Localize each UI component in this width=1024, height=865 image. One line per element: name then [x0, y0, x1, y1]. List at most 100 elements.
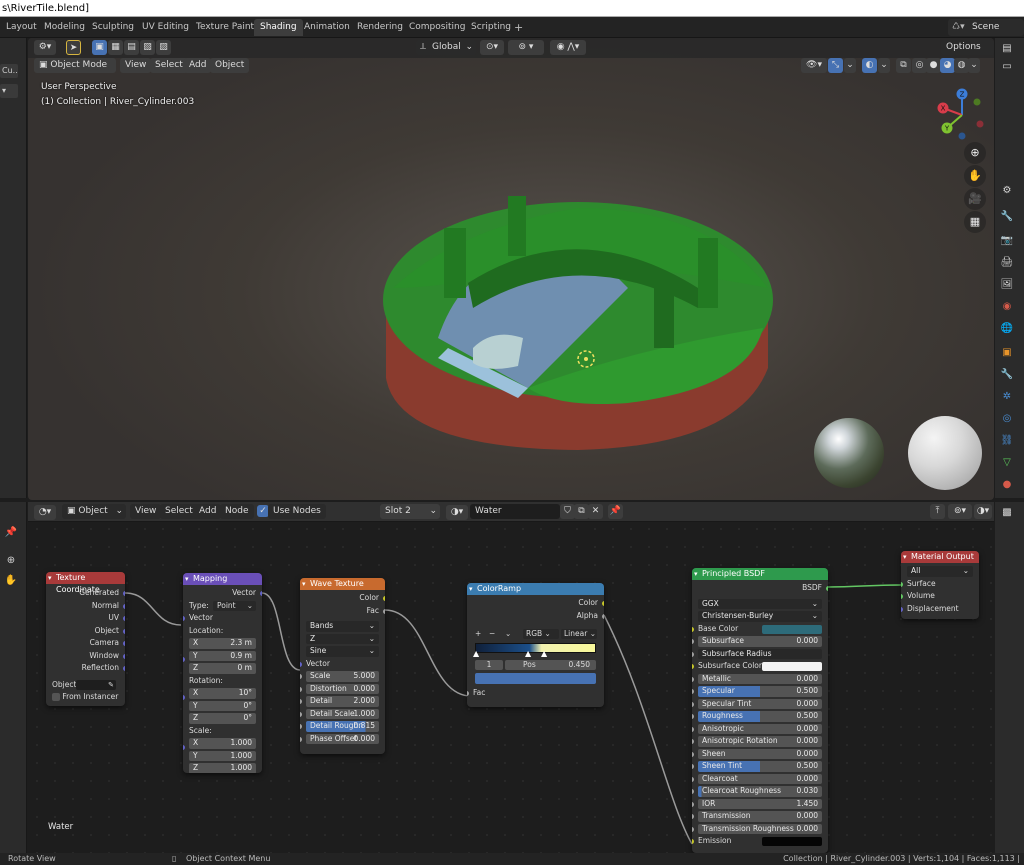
scale-x[interactable]: X 1.000: [183, 737, 262, 750]
node-principled-bsdf-title[interactable]: Principled BSDF: [692, 568, 828, 580]
tab-animation[interactable]: Animation: [298, 19, 356, 36]
bsdf-field-subsurface[interactable]: Subsurface 0.000: [692, 635, 828, 648]
bsdf-field-subsurface-radius[interactable]: Subsurface Radius: [692, 648, 828, 661]
select-tool-icon[interactable]: ➤: [66, 40, 81, 55]
wave-distortion-value[interactable]: 0.000: [354, 684, 375, 695]
socket-metallic[interactable]: [692, 676, 694, 682]
subsurface-color-row[interactable]: Subsurface Color: [692, 660, 828, 673]
location-x-value[interactable]: 2.3 m: [230, 638, 252, 649]
roughness-value[interactable]: 0.500: [797, 711, 818, 722]
socket-subsurface-radius[interactable]: [692, 651, 694, 657]
overlay-menu-icon[interactable]: ⌄: [878, 58, 890, 73]
options-dropdown[interactable]: Options ⌄: [941, 40, 994, 67]
tab-sculpting[interactable]: Sculpting: [86, 19, 140, 36]
viewport-menu-select[interactable]: Select: [150, 58, 188, 73]
location-y-value[interactable]: 0.9 m: [230, 651, 252, 662]
socket-colorramp-alpha[interactable]: [602, 613, 604, 619]
socket-generated[interactable]: [123, 591, 125, 596]
rotation-y[interactable]: Y 0°: [183, 700, 262, 713]
bsdf-field-anisotropic-rotation[interactable]: Anisotropic Rotation 0.000: [692, 735, 828, 748]
ramp-stop-0[interactable]: ▲: [473, 649, 479, 658]
rotation-x-value[interactable]: 10°: [239, 688, 252, 699]
pan-hand-icon[interactable]: ✋: [964, 165, 986, 187]
location-z[interactable]: Z 0 m: [183, 662, 262, 675]
tab-compositing[interactable]: Compositing: [403, 19, 471, 36]
shading-menu-icon[interactable]: ⌄: [968, 58, 980, 73]
base-color-row[interactable]: Base Color: [692, 623, 828, 636]
tab-rendering[interactable]: Rendering: [351, 19, 409, 36]
transmission-value[interactable]: 0.000: [797, 811, 818, 822]
ramp-gradient-bar[interactable]: [475, 642, 596, 653]
select-subtract-icon[interactable]: ▤: [124, 40, 139, 55]
render-properties-icon[interactable]: 📷: [1000, 234, 1014, 248]
eyedropper-icon[interactable]: ✎: [108, 679, 114, 692]
subsurface-method-dropdown[interactable]: Christensen-Burley ⌄: [692, 610, 828, 623]
left-strip-dropdown[interactable]: ▾: [0, 84, 18, 98]
socket-sheen[interactable]: [692, 751, 694, 757]
add-workspace-icon[interactable]: +: [514, 19, 523, 36]
visibility-icon[interactable]: 👁▾: [801, 58, 827, 73]
tab-scripting[interactable]: Scripting: [465, 19, 517, 36]
material-properties-icon[interactable]: ●: [1000, 478, 1014, 492]
tool-properties-icon[interactable]: 🔧: [1000, 210, 1014, 224]
socket-transmission[interactable]: [692, 814, 694, 819]
socket-wave-distortion[interactable]: [300, 686, 302, 692]
wave-profile-dropdown[interactable]: Sine ⌄: [300, 645, 385, 658]
bsdf-field-anisotropic[interactable]: Anisotropic 0.000: [692, 723, 828, 736]
wave-detail-value[interactable]: 2.000: [354, 696, 375, 707]
wave-field-detail-scale[interactable]: Detail Scale 1.000: [300, 708, 385, 721]
checker-icon[interactable]: ▩: [1000, 506, 1014, 520]
bsdf-field-roughness[interactable]: Roughness 0.500: [692, 710, 828, 723]
socket-clearcoat[interactable]: [692, 776, 694, 782]
overlay-toggle-icon[interactable]: ◐: [862, 58, 877, 73]
transmission-roughness-value[interactable]: 0.000: [797, 824, 818, 835]
bsdf-field-sheen[interactable]: Sheen 0.000: [692, 748, 828, 761]
bsdf-field-sheen-tint[interactable]: Sheen Tint 0.500: [692, 760, 828, 773]
left-strip-field[interactable]: Cu...: [0, 64, 18, 78]
wave-field-detail-roughness[interactable]: Detail Roughn 0.815: [300, 720, 385, 733]
scale-y-value[interactable]: 1.000: [231, 751, 252, 762]
gizmo-neg-x[interactable]: [976, 120, 984, 128]
zoom-icon[interactable]: ⊕: [4, 554, 18, 568]
wave-phase-value[interactable]: 0.000: [354, 734, 375, 745]
stop-color-swatch[interactable]: [475, 673, 596, 684]
bsdf-field-transmission[interactable]: Transmission 0.000: [692, 810, 828, 823]
wave-direction-dropdown[interactable]: Z ⌄: [300, 633, 385, 646]
particles-icon[interactable]: ✲: [1000, 390, 1014, 404]
tab-layout[interactable]: Layout: [0, 19, 43, 36]
distribution-dropdown[interactable]: GGX ⌄: [692, 598, 828, 611]
rotation-z-value[interactable]: 0°: [243, 713, 252, 724]
viewport-menu-object[interactable]: Object: [210, 58, 250, 73]
socket-object[interactable]: [123, 628, 125, 634]
bsdf-field-clearcoat-roughness[interactable]: Clearcoat Roughness 0.030: [692, 785, 828, 798]
node-wave-texture[interactable]: Wave Texture Color Fac Bands⌄ Z⌄ Sine⌄ V…: [300, 578, 385, 754]
node-colorramp[interactable]: ColorRamp Color Alpha + − ⌄ RGB ⌄ Linear…: [467, 583, 604, 707]
output-properties-icon[interactable]: 🖨: [1000, 256, 1014, 270]
node-material-output[interactable]: Material Output All ⌄ Surface Volume Disp…: [901, 551, 979, 619]
specular-value[interactable]: 0.500: [797, 686, 818, 697]
select-extend-icon[interactable]: ▦: [108, 40, 123, 55]
bsdf-field-specular[interactable]: Specular 0.500: [692, 685, 828, 698]
shader-node-editor[interactable]: ◔▾ ▣ Object ⌄ View Select Add Node ✓ Use…: [28, 502, 994, 853]
socket-wave-detail-roughness[interactable]: [300, 724, 302, 729]
socket-mapping-vector-in[interactable]: [183, 616, 185, 621]
node-texture-coordinate[interactable]: Texture Coordinate Generated Normal UV O…: [46, 572, 125, 706]
subsurface-value[interactable]: 0.000: [797, 636, 818, 647]
location-z-value[interactable]: 0 m: [238, 663, 252, 674]
socket-window[interactable]: [123, 653, 125, 659]
object-properties-icon[interactable]: ▣: [1000, 346, 1014, 360]
socket-surface[interactable]: [901, 581, 903, 587]
gizmo-neg-y[interactable]: [973, 98, 981, 106]
shading-wireframe-icon[interactable]: ◎: [912, 58, 927, 73]
stop-position-field[interactable]: Pos 0.450: [505, 659, 596, 670]
socket-wave-detail-scale[interactable]: [300, 711, 302, 717]
node-mapping[interactable]: Mapping Vector Type: Point ⌄ Vector Locat…: [183, 573, 262, 773]
socket-transmission-roughness[interactable]: [692, 826, 694, 832]
specular-tint-value[interactable]: 0.000: [797, 699, 818, 710]
socket-normal[interactable]: [123, 603, 125, 609]
select-intersect-icon[interactable]: ▨: [156, 40, 171, 55]
zoom-icon[interactable]: ⊕: [964, 142, 986, 164]
properties-editor-icon[interactable]: ⚙: [1000, 184, 1014, 198]
wave-field-phase-offset[interactable]: Phase Offset 0.000: [300, 733, 385, 746]
interpolation-dropdown[interactable]: Linear ⌄: [561, 629, 597, 639]
